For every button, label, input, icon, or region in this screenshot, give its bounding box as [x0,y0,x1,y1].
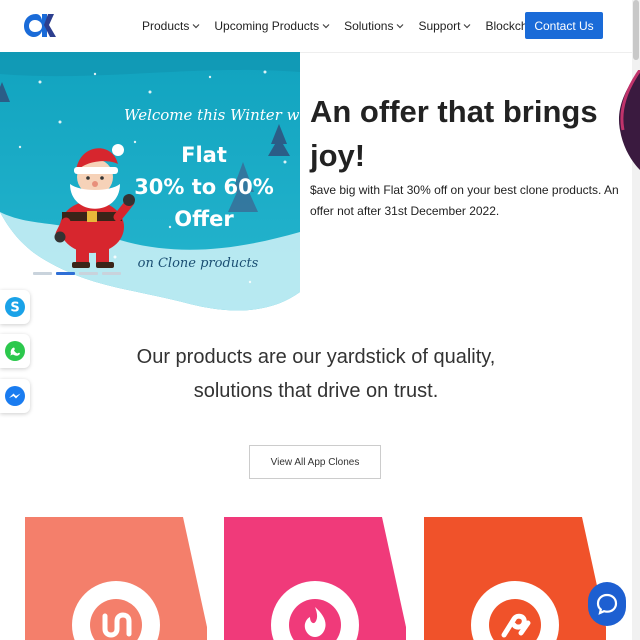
carousel-dot-2[interactable] [56,272,75,275]
contact-us-button[interactable]: Contact Us [525,12,603,39]
carousel-dot-4[interactable] [102,272,121,275]
banner-range-text: 30% to 60% [134,175,274,199]
nav-products[interactable]: Products [142,19,200,33]
carousel-dot-3[interactable] [79,272,98,275]
banner-offer-text: Offer [174,207,234,231]
svg-text:S: S [10,301,19,316]
chevron-down-icon [464,24,471,29]
nav-label: Upcoming Products [214,19,320,33]
tagline-line-2: solutions that drive on trust. [193,380,439,402]
banner-welcome-text: Welcome this Winter with [124,106,300,124]
hero-description: $ave big with Flat 30% off on your best … [310,183,619,218]
main-nav: Products Upcoming Products Solutions Sup… [142,0,569,52]
view-all-app-clones-button[interactable]: View All App Clones [249,445,381,479]
skype-button[interactable]: S [0,290,30,324]
carousel-dots [33,272,121,275]
banner-flat-text: Flat [181,143,227,167]
chevron-down-icon [322,24,330,29]
carousel-dot-1[interactable] [33,272,52,275]
product-card-1[interactable] [25,517,207,640]
site-header: Products Upcoming Products Solutions Sup… [0,0,632,53]
scrollbar-thumb[interactable] [633,0,639,60]
nav-label: Solutions [344,19,394,33]
live-chat-button[interactable] [588,582,626,626]
next-slide-peek [619,70,640,170]
chevron-down-icon [397,24,404,29]
nav-solutions[interactable]: Solutions [344,19,404,33]
nav-upcoming-products[interactable]: Upcoming Products [214,19,330,33]
nav-label: Support [418,19,461,33]
products-tagline: Our products are our yardstick of qualit… [0,340,632,408]
chevron-down-icon [192,24,200,29]
brand-logo[interactable] [22,10,58,40]
product-card-3[interactable] [424,517,606,640]
product-card-2[interactable] [224,517,406,640]
nav-support[interactable]: Support [418,19,471,33]
nav-label: Products [142,19,190,33]
hero-title: An offer that brings joy! [310,94,598,173]
tagline-line-1: Our products are our yardstick of qualit… [136,346,496,368]
skype-icon: S [5,297,25,317]
banner-subtitle-text: on Clone products [138,256,259,271]
chat-bubble-icon [596,593,618,615]
